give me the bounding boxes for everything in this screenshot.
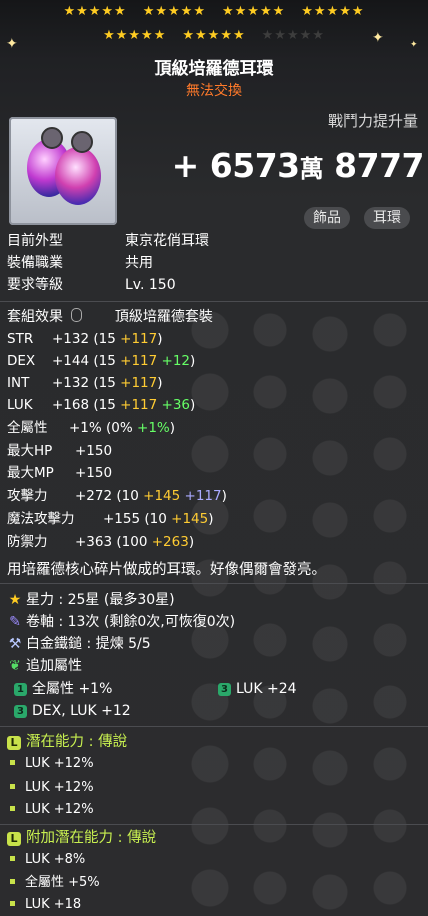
set-effect-row[interactable]: 套組效果 頂級培羅德套裝 (7, 306, 213, 328)
sparkle-icon: ✦ (410, 40, 418, 50)
item-icon-frame (9, 117, 117, 225)
tag-badge: 耳環 (364, 207, 410, 229)
leaf-icon: ❦ (9, 658, 21, 674)
bonus-line: 3 LUK +24 (218, 678, 297, 700)
stat-int: INT +132 (15 +117) (7, 375, 163, 391)
additional-potential-line: LUK +8% (10, 849, 85, 871)
hammer-row: ⚒ 白金鐵鎚 : 提煉 5/5 (7, 633, 151, 655)
bonus-line: 3 DEX, LUK +12 (14, 700, 131, 722)
info-row: 裝備職業 共用 (7, 255, 153, 271)
bonus-label-row: ❦ 追加屬性 (7, 655, 82, 677)
scroll-icon: ✎ (9, 614, 21, 630)
star-icon: ★ (8, 592, 22, 608)
additional-potential-line: LUK +18 (10, 894, 81, 916)
cp-rest: 8777 (334, 146, 424, 185)
stat-dex: DEX +144 (15 +117 +12) (7, 353, 196, 369)
potential-line: LUK +12% (10, 799, 94, 821)
item-tooltip: ★★★★★ ★★★★★ ★★★★★ ★★★★★ ★★★★★ ★★★★★ ★★★★★ ✦ ✦… (0, 0, 428, 916)
cp-main: 6573 (209, 146, 300, 185)
scroll-row: ✎ 卷軸 : 13次 (剩餘0次,可恢復0次) (7, 611, 235, 633)
potential-line: LUK +12% (10, 777, 94, 799)
tag-badge: 飾品 (304, 207, 350, 229)
earring-icon (55, 147, 101, 205)
potential-line: LUK +12% (10, 753, 94, 775)
set-effect-label: 套組效果 (7, 309, 63, 325)
item-name: 頂級培羅德耳環 (154, 59, 274, 79)
stat-luk: LUK +168 (15 +117 +36) (7, 397, 196, 413)
trade-status: 無法交換 (186, 83, 242, 99)
tier-badge: 3 (218, 683, 231, 696)
divider (0, 301, 428, 302)
set-name: 頂級培羅德套裝 (114, 309, 213, 325)
bonus-line: 1 全屬性 +1% (14, 678, 112, 700)
combat-power-value: + 6573萬 8777 (171, 146, 425, 185)
info-row: 要求等級 Lv. 150 (7, 277, 176, 293)
cp-unit: 萬 (299, 155, 324, 183)
divider (0, 726, 428, 727)
divider (0, 824, 428, 825)
earring-hook-icon (71, 131, 93, 153)
sparkle-icon: ✦ (6, 36, 18, 52)
stat-allstat: 全屬性 +1% (0% +1%) (7, 420, 176, 436)
star-row-1: ★★★★★ ★★★★★ ★★★★★ ★★★★★ (63, 4, 365, 19)
combat-power-label: 戰鬥力提升量 (327, 112, 418, 130)
legendary-icon: L (7, 832, 21, 846)
mouse-icon (71, 308, 83, 322)
tier-badge: 1 (14, 683, 27, 696)
additional-potential-header: L 附加潛在能力 : 傳說 (7, 827, 156, 849)
legendary-icon: L (7, 736, 21, 750)
item-description: 用培羅德核心碎片做成的耳環。好像偶爾會發亮。 (7, 562, 326, 578)
info-row: 目前外型 東京花俏耳環 (7, 233, 209, 249)
earring-hook-icon (41, 127, 63, 149)
tier-badge: 3 (14, 705, 27, 718)
cp-sign: + (171, 146, 200, 185)
stat-attack: 攻擊力 +272 (10 +145 +117) (7, 488, 227, 504)
stat-maxmp: 最大MP +150 (7, 465, 113, 481)
hammer-icon: ⚒ (8, 636, 22, 652)
additional-potential-line: 全屬性 +5% (10, 872, 100, 894)
potential-header: L 潛在能力 : 傳說 (7, 731, 127, 753)
divider (0, 583, 428, 584)
stat-maxhp: 最大HP +150 (7, 443, 113, 459)
stat-magic-attack: 魔法攻擊力 +155 (10 +145) (7, 511, 214, 527)
stat-defense: 防禦力 +363 (100 +263) (7, 534, 195, 550)
stat-str: STR +132 (15 +117) (7, 331, 163, 347)
star-row-2: ★★★★★ ★★★★★ ★★★★★ (103, 28, 325, 43)
star-force-row: ★ 星力 : 25星 (最多30星) (7, 589, 175, 611)
sparkle-icon: ✦ (372, 30, 384, 46)
